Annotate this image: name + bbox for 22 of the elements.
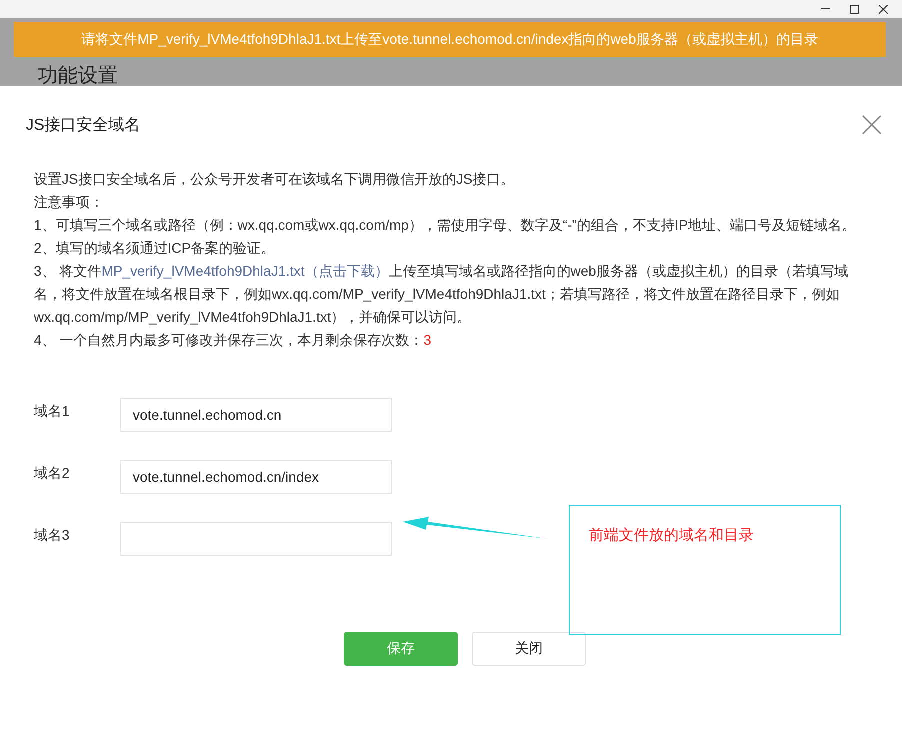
close-button[interactable]: 关闭 <box>472 632 586 666</box>
note-text: 3、 将文件MP_verify_lVMe4tfoh9DhlaJ1.txt（点击下载）上传至填写域名或路径指向的web服务器（或虚拟主机）的目录（若填写域名，将文件放置在域名根目录下，例如wx.qq.com/MP_verify_lVMe4tfoh9DhlaJ1.txt；若填写路径，将文件放置在路径目录下，例如wx.qq.com/mp/MP_verify_lVMe4tfoh9DhlaJ1.txt），并确保可以访问。 <box>34 262 850 327</box>
note-text: 4、 一个自然月内最多可修改并保存三次，本月剩余保存次数：3 <box>34 331 432 350</box>
notice-banner: 请将文件MP_verify_lVMe4tfoh9DhlaJ1.txt上传至vote.tunnel.echomod.cn/index指向的web服务器（或虚拟主机）的目录 <box>14 22 886 57</box>
domain-input[interactable]: vote.tunnel.echomod.cn/index <box>120 460 392 494</box>
intro-text: 设置JS接口安全域名后，公众号开发者可在该域名下调用微信开放的JS接口。 <box>34 170 516 189</box>
download-link[interactable]: MP_verify_lVMe4tfoh9DhlaJ1.txt（点击下载） <box>102 263 389 279</box>
note-text: 1、可填写三个域名或路径（例：wx.qq.com或wx.qq.com/mp），需使用字母、数字及“-”的组合，不支持IP地址、端口号及短链域名。 <box>34 216 858 235</box>
domain-input[interactable] <box>120 522 392 556</box>
minimize-icon[interactable] <box>821 8 830 10</box>
field-label: 域名1 <box>34 403 71 421</box>
annotation-text: 前端文件放的域名和目录 <box>589 526 754 545</box>
dialog-title: JS接口安全域名 <box>26 116 141 136</box>
remaining-count: 3 <box>424 332 432 348</box>
close-icon[interactable] <box>879 4 888 14</box>
maximize-icon[interactable] <box>850 4 859 14</box>
page-heading: 功能设置 <box>38 64 119 86</box>
domain-input[interactable]: vote.tunnel.echomod.cn <box>120 398 392 432</box>
notes-heading: 注意事项： <box>34 193 105 212</box>
field-label: 域名3 <box>34 527 71 545</box>
note-text: 2、填写的域名须通过ICP备案的验证。 <box>34 239 276 258</box>
field-label: 域名2 <box>34 465 71 483</box>
